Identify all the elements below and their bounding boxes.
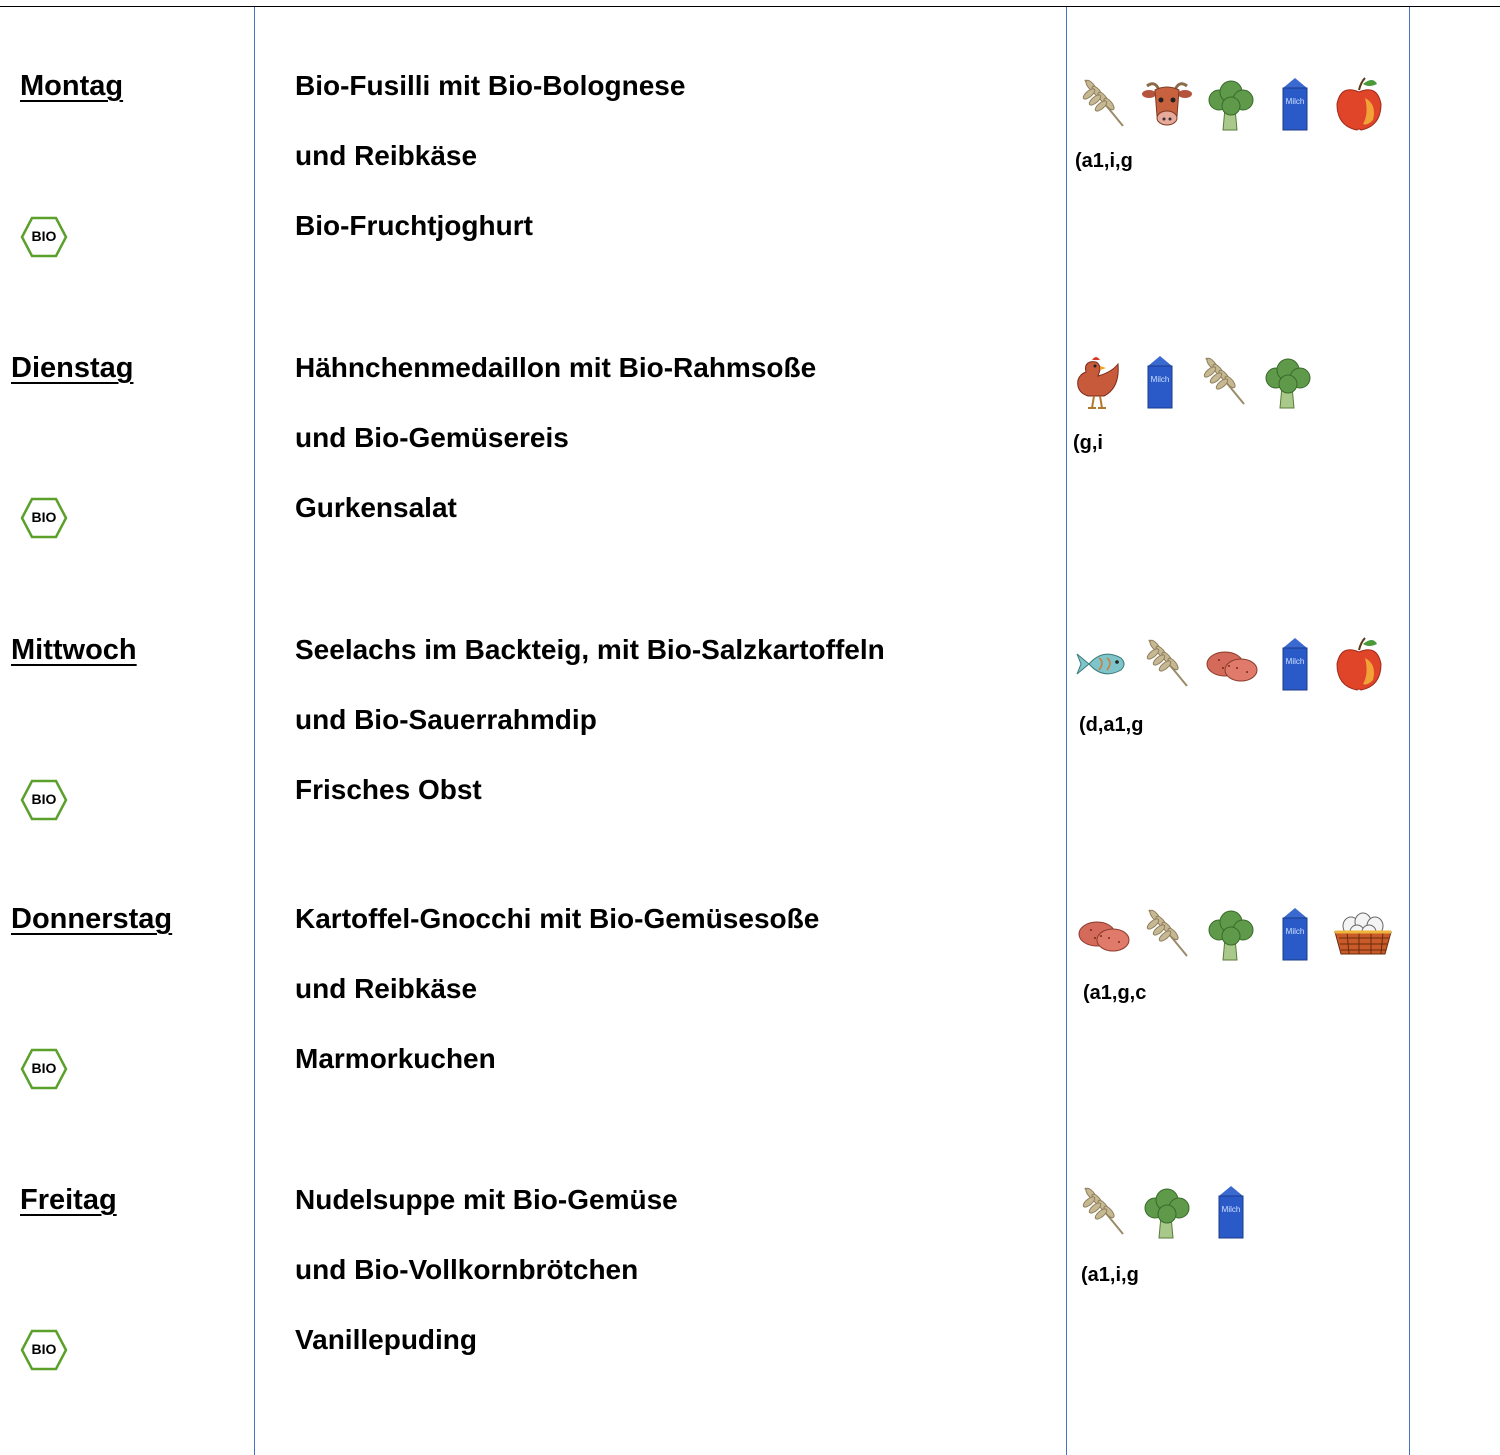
dish-line: Frisches Obst [295,774,482,805]
day-label: Freitag [20,1184,117,1216]
wheat-icon [1075,1182,1131,1242]
milk-carton-label: Milch [1222,1205,1241,1214]
dish-line: und Bio-Vollkornbrötchen [295,1254,639,1285]
wheat-icon [1139,634,1195,694]
dish-line: und Bio-Sauerrahmdip [295,704,597,735]
apple-icon [1331,634,1387,694]
bio-seal-label: BIO [32,228,57,244]
column-divider-2 [1066,7,1067,1455]
egg-basket-icon [1331,904,1395,964]
milk-carton-icon: Milch [1282,638,1308,691]
allergen-codes: (d,a1,g [1079,714,1144,736]
bio-seal-label: BIO [32,509,57,525]
bio-seal-icon: BIO [20,778,68,822]
allergen-codes: (g,i [1073,432,1103,454]
bio-seal-icon: BIO [20,1047,68,1091]
fish-icon [1075,634,1131,694]
allergen-icons: Milch [1068,350,1316,414]
dish-line: Hähnchenmedaillon mit Bio-Rahmsoße [295,352,817,383]
milk-carton-icon: Milch [1147,356,1173,409]
dish-line: und Bio-Gemüsereis [295,422,569,453]
wheat-icon [1139,904,1195,964]
allergen-codes: (a1,g,c [1083,982,1147,1004]
allergen-icons: Milch [1075,72,1387,136]
bio-seal-label: BIO [32,791,57,807]
potato-icon [1075,904,1131,964]
dish-line: Kartoffel-Gnocchi mit Bio-Gemüsesoße [295,903,820,934]
cow-icon [1139,74,1195,134]
dish-line: Nudelsuppe mit Bio-Gemüse [295,1184,678,1215]
allergen-codes: (a1,i,g [1081,1264,1139,1286]
potato-icon [1203,634,1259,694]
allergen-codes: (a1,i,g [1075,150,1133,172]
broccoli-icon [1260,352,1316,412]
dish-line: Vanillepuding [295,1324,478,1355]
bio-seal-icon: BIO [20,1328,68,1372]
day-label: Dienstag [11,352,134,384]
column-divider-3 [1409,7,1410,1455]
chicken-icon [1068,352,1124,412]
broccoli-icon [1203,904,1259,964]
dish-line: und Reibkäse [295,973,478,1004]
dish-line: Bio-Fusilli mit Bio-Bolognese [295,70,686,101]
bio-seal-icon: BIO [20,215,68,259]
dish-line: Bio-Fruchtjoghurt [295,210,533,241]
milk-carton-label: Milch [1286,927,1305,936]
day-label: Montag [20,70,124,102]
bio-seal-icon: BIO [20,496,68,540]
broccoli-icon [1203,74,1259,134]
milk-carton-icon: Milch [1282,908,1308,961]
allergen-icons: Milch [1075,632,1387,696]
dish-line: Gurkensalat [295,492,457,523]
wheat-icon [1075,74,1131,134]
bio-seal-label: BIO [32,1060,57,1076]
broccoli-icon [1139,1182,1195,1242]
milk-carton-label: Milch [1286,657,1305,666]
milk-carton-label: Milch [1286,97,1305,106]
top-rule [0,6,1500,7]
apple-icon [1331,74,1387,134]
milk-carton-label: Milch [1151,375,1170,384]
allergen-icons: Milch [1075,902,1395,966]
allergen-icons: Milch [1075,1180,1259,1244]
wheat-icon [1196,352,1252,412]
day-label: Donnerstag [11,903,173,935]
day-label: Mittwoch [11,634,137,666]
dish-line: Marmorkuchen [295,1043,496,1074]
milk-carton-icon: Milch [1218,1186,1244,1239]
milk-carton-icon: Milch [1282,78,1308,131]
dish-line: Seelachs im Backteig, mit Bio-Salzkartof… [295,634,885,665]
column-divider-1 [254,7,255,1455]
dish-line: und Reibkäse [295,140,478,171]
bio-seal-label: BIO [32,1341,57,1357]
